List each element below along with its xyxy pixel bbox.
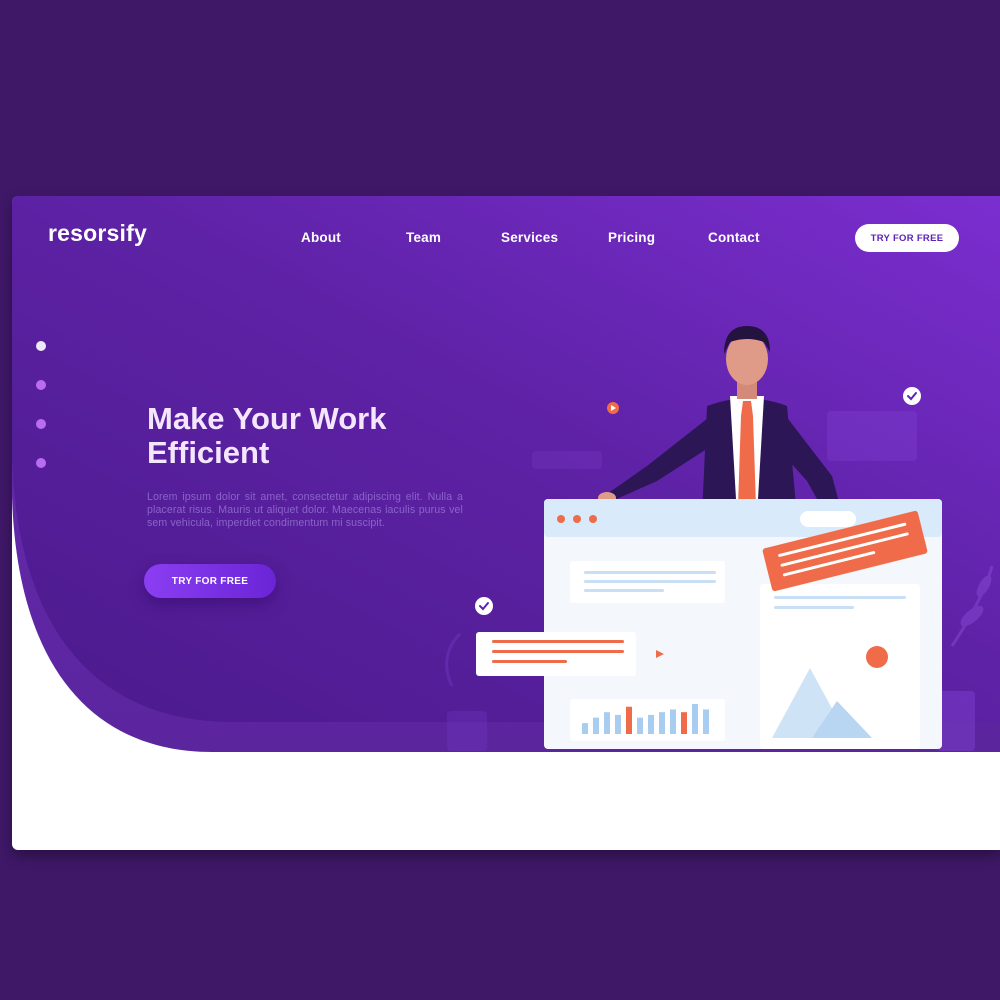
check-circle-icon-left	[475, 597, 493, 615]
nav-contact[interactable]: Contact	[708, 230, 760, 245]
mini-bar	[593, 717, 599, 734]
slide-dot-2[interactable]	[36, 380, 46, 390]
mini-bar	[626, 706, 632, 734]
slide-dot-3[interactable]	[36, 419, 46, 429]
mini-bar	[615, 714, 621, 734]
hero-try-for-free-button[interactable]: TRY FOR FREE	[144, 564, 276, 598]
play-icon	[607, 402, 619, 414]
mini-bar	[681, 712, 687, 734]
mini-bar	[692, 704, 698, 734]
hero-headline-line1: Make Your Work	[147, 401, 387, 436]
hero-headline-line2: Efficient	[147, 435, 270, 470]
hero-illustration	[445, 326, 994, 751]
nav-pricing[interactable]: Pricing	[608, 230, 655, 245]
mini-bar	[703, 709, 709, 734]
mini-bar	[582, 723, 588, 734]
nav-services[interactable]: Services	[501, 230, 558, 245]
nav-try-for-free-button[interactable]: TRY FOR FREE	[855, 224, 959, 252]
nav-about[interactable]: About	[301, 230, 341, 245]
slide-dots	[36, 341, 48, 497]
mini-bar	[637, 717, 643, 734]
mini-bar	[648, 714, 654, 734]
nav-team[interactable]: Team	[406, 230, 441, 245]
floating-note-card	[476, 632, 664, 676]
landing-page-frame: resorsify About Team Services Pricing Co…	[12, 196, 1000, 850]
check-circle-icon	[903, 387, 921, 405]
mini-bar	[659, 712, 665, 734]
slide-dot-4[interactable]	[36, 458, 46, 468]
mini-bar	[670, 709, 676, 734]
mini-bar	[604, 712, 610, 734]
plant-decoration	[937, 565, 994, 751]
brand-logo[interactable]: resorsify	[48, 220, 147, 247]
slide-dot-1[interactable]	[36, 341, 46, 351]
